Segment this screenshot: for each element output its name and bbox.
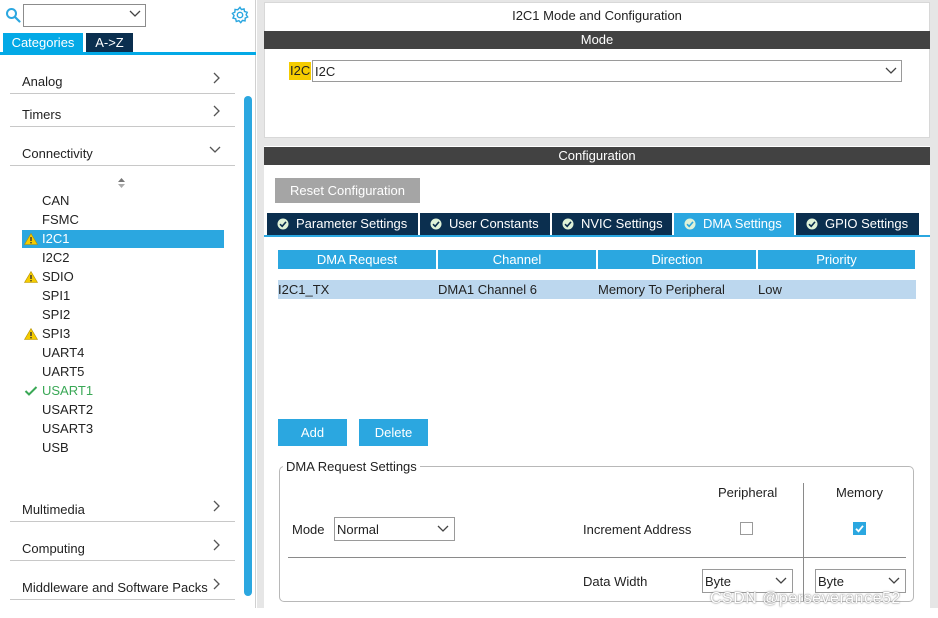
- column-header-direction[interactable]: Direction: [598, 250, 756, 269]
- chevron-down-icon: [437, 525, 449, 532]
- peripheral-column-label: Peripheral: [718, 485, 778, 500]
- category-label: Timers: [22, 107, 62, 122]
- table-cell-request: I2C1_TX: [278, 282, 330, 297]
- category-label: Multimedia: [22, 502, 85, 517]
- data-width-label: Data Width: [583, 574, 648, 589]
- increment-address-label: Increment Address: [583, 522, 692, 537]
- dma-mode-value: Normal: [337, 522, 379, 537]
- list-item-sdio[interactable]: SDIO: [22, 268, 224, 286]
- i2c-mode-select[interactable]: I2C: [312, 60, 902, 82]
- table-cell-channel: DMA1 Channel 6: [438, 282, 537, 297]
- column-header-priority[interactable]: Priority: [758, 250, 915, 269]
- reset-configuration-button[interactable]: Reset Configuration: [275, 178, 420, 203]
- tab-categories[interactable]: Categories: [3, 33, 83, 53]
- chevron-down-icon: [129, 10, 141, 17]
- chevron-down-icon: [888, 577, 900, 584]
- categories-panel: Categories A->Z Analog Timers Connectivi…: [0, 0, 256, 608]
- memory-data-width-value: Byte: [818, 574, 845, 589]
- chevron-down-icon: [775, 577, 787, 584]
- tab-nvic-settings[interactable]: NVIC Settings: [552, 213, 672, 235]
- check-circle-icon: [430, 218, 442, 230]
- list-item-usart2[interactable]: USART2: [22, 401, 224, 419]
- watermark: CSDN @perseverance52: [710, 590, 901, 607]
- column-header-dma-request[interactable]: DMA Request: [278, 250, 436, 269]
- warning-icon: [24, 271, 38, 283]
- list-item-usb[interactable]: USB: [22, 439, 224, 457]
- sort-arrows-icon[interactable]: [117, 177, 126, 189]
- tab-underline: [0, 52, 256, 55]
- chevron-right-icon: [213, 539, 220, 551]
- sidebar-scrollbar[interactable]: [244, 96, 252, 596]
- row-divider: [288, 557, 906, 558]
- tab-parameter-settings[interactable]: Parameter Settings: [267, 213, 418, 235]
- table-cell-priority: Low: [758, 282, 782, 297]
- check-circle-icon: [806, 218, 818, 230]
- list-item-uart5[interactable]: UART5: [22, 363, 224, 381]
- column-header-channel[interactable]: Channel: [438, 250, 596, 269]
- peripheral-increment-checkbox[interactable]: [740, 522, 753, 535]
- check-circle-icon: [562, 218, 574, 230]
- memory-increment-checkbox[interactable]: [853, 522, 866, 535]
- chevron-right-icon: [213, 105, 220, 117]
- warning-icon: [24, 328, 38, 340]
- dma-mode-select[interactable]: Normal: [334, 517, 455, 541]
- list-item-usart1[interactable]: USART1: [22, 382, 224, 400]
- gear-icon[interactable]: [231, 6, 249, 24]
- category-label: Computing: [22, 541, 85, 556]
- i2c-mode-value: I2C: [315, 64, 336, 79]
- table-row[interactable]: [278, 280, 916, 299]
- tab-a-to-z[interactable]: A->Z: [86, 33, 133, 53]
- tab-underline: [264, 235, 930, 237]
- chevron-right-icon: [213, 500, 220, 512]
- tab-dma-settings[interactable]: DMA Settings: [674, 213, 794, 235]
- list-item-usart3[interactable]: USART3: [22, 420, 224, 438]
- mode-field-label: I2C: [289, 62, 312, 80]
- chevron-down-icon: [209, 146, 221, 153]
- dma-request-settings-legend: DMA Request Settings: [283, 459, 420, 474]
- category-timers[interactable]: Timers: [10, 89, 235, 127]
- mode-label: Mode: [292, 522, 325, 537]
- warning-icon: [24, 233, 38, 245]
- category-label: Middleware and Software Packs: [22, 580, 208, 595]
- search-icon[interactable]: [5, 7, 21, 23]
- tab-user-constants[interactable]: User Constants: [420, 213, 550, 235]
- tab-gpio-settings[interactable]: GPIO Settings: [796, 213, 919, 235]
- list-item-i2c2[interactable]: I2C2: [22, 249, 224, 267]
- check-circle-icon: [277, 218, 289, 230]
- list-item-spi1[interactable]: SPI1: [22, 287, 224, 305]
- checkmark-icon: [24, 386, 38, 396]
- list-item-spi3[interactable]: SPI3: [22, 325, 224, 343]
- list-item-fsmc[interactable]: FSMC: [22, 211, 224, 229]
- list-item-can[interactable]: CAN: [22, 192, 224, 210]
- search-combobox[interactable]: [23, 4, 146, 27]
- table-cell-direction: Memory To Peripheral: [598, 282, 725, 297]
- category-label: Analog: [22, 74, 63, 89]
- category-multimedia[interactable]: Multimedia: [10, 484, 235, 522]
- mode-header: Mode: [264, 31, 930, 49]
- list-item-i2c1[interactable]: I2C1: [22, 230, 224, 248]
- delete-button[interactable]: Delete: [359, 419, 428, 446]
- memory-column-label: Memory: [836, 485, 883, 500]
- chevron-down-icon: [885, 67, 897, 74]
- list-item-uart4[interactable]: UART4: [22, 344, 224, 362]
- category-computing[interactable]: Computing: [10, 523, 235, 561]
- category-middleware[interactable]: Middleware and Software Packs: [10, 562, 235, 600]
- list-item-spi2[interactable]: SPI2: [22, 306, 224, 324]
- chevron-right-icon: [213, 578, 220, 590]
- checkmark-icon: [855, 525, 864, 533]
- category-connectivity[interactable]: Connectivity: [10, 128, 235, 166]
- check-circle-icon: [684, 218, 696, 230]
- page-title: I2C1 Mode and Configuration: [512, 8, 682, 23]
- add-button[interactable]: Add: [278, 419, 347, 446]
- configuration-header: Configuration: [264, 147, 930, 165]
- category-label: Connectivity: [22, 146, 93, 161]
- peripheral-data-width-value: Byte: [705, 574, 732, 589]
- chevron-right-icon: [213, 72, 220, 84]
- column-divider: [803, 483, 804, 601]
